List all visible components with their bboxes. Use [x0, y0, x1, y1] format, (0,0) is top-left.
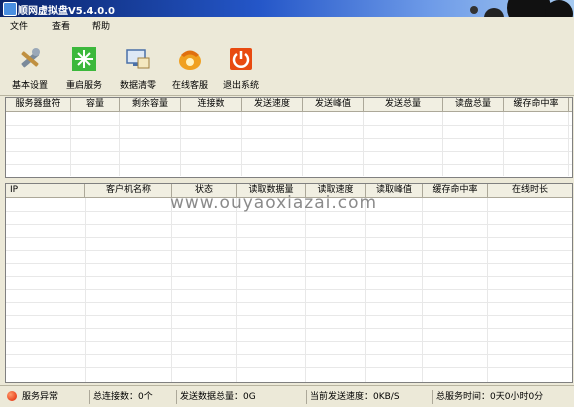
online-support-label: 在线客服	[171, 81, 208, 91]
restart-service-button[interactable]: 重启服务	[59, 46, 109, 94]
online-support-button[interactable]: 在线客服	[165, 46, 215, 94]
col-cache-hit[interactable]: 缓存命中率	[504, 98, 569, 111]
col-ip[interactable]: IP	[6, 184, 85, 197]
online-support-phone-icon	[179, 50, 201, 70]
col-send-total[interactable]: 发送总量	[364, 98, 443, 111]
menu-help[interactable]: 帮助	[92, 19, 110, 32]
basic-settings-label: 基本设置	[11, 81, 48, 91]
data-clear-icon	[126, 49, 150, 69]
clear-data-button[interactable]: 数据清零	[113, 46, 163, 94]
menu-bar: 文件 查看 帮助	[0, 17, 574, 32]
col-send-speed[interactable]: 发送速度	[242, 98, 303, 111]
window-title: 顺网虚拟盘V5.4.0.0	[18, 6, 115, 17]
app-icon	[3, 2, 17, 16]
restart-service-icon	[72, 47, 96, 71]
col-client-name[interactable]: 客户机名称	[86, 184, 172, 197]
server-table-header: 服务器盘符 容量 剩余容量 连接数 发送速度 发送峰值 发送总量 读盘总量 缓存…	[6, 98, 572, 112]
col-drive-letter[interactable]: 服务器盘符	[6, 98, 71, 111]
menu-view[interactable]: 查看	[52, 19, 70, 32]
client-table[interactable]: IP 客户机名称 状态 读取数据量 读取速度 读取峰值 缓存命中率 在线时长	[5, 183, 573, 383]
menu-file[interactable]: 文件	[10, 19, 28, 32]
col-cache-hit-rate[interactable]: 缓存命中率	[423, 184, 488, 197]
col-capacity[interactable]: 容量	[71, 98, 120, 111]
title-bar: 顺网虚拟盘V5.4.0.0	[0, 0, 574, 39]
col-online-time[interactable]: 在线时长	[488, 184, 572, 197]
total-sent: 发送数据总量：0G	[176, 390, 256, 404]
wrench-tools-icon	[21, 48, 40, 68]
col-read-total[interactable]: 读盘总量	[443, 98, 504, 111]
send-speed: 当前发送速度：0KB/S	[306, 390, 400, 404]
col-connections[interactable]: 连接数	[181, 98, 242, 111]
toolbar: 基本设置 重启服务 数据清零 在线客服 退出系统	[0, 32, 574, 96]
status-bar: 服务异常 总连接数：0个 发送数据总量：0G 当前发送速度：0KB/S 总服务时…	[0, 385, 574, 407]
basic-settings-button[interactable]: 基本设置	[5, 46, 55, 94]
col-send-peak[interactable]: 发送峰值	[303, 98, 364, 111]
service-uptime: 总服务时间：0天0小时0分	[432, 390, 543, 404]
total-connections: 总连接数：0个	[89, 390, 153, 404]
restart-service-label: 重启服务	[65, 81, 102, 91]
clear-data-label: 数据清零	[119, 81, 156, 91]
exit-system-button[interactable]: 退出系统	[216, 46, 266, 94]
exit-system-label: 退出系统	[222, 81, 259, 91]
service-status: 服务异常	[22, 392, 59, 402]
service-status-icon	[7, 391, 17, 401]
power-exit-icon	[230, 48, 252, 70]
server-table[interactable]: 服务器盘符 容量 剩余容量 连接数 发送速度 发送峰值 发送总量 读盘总量 缓存…	[5, 97, 573, 178]
col-free-capacity[interactable]: 剩余容量	[120, 98, 181, 111]
watermark: www.ouyaoxiazai.com	[170, 193, 378, 213]
